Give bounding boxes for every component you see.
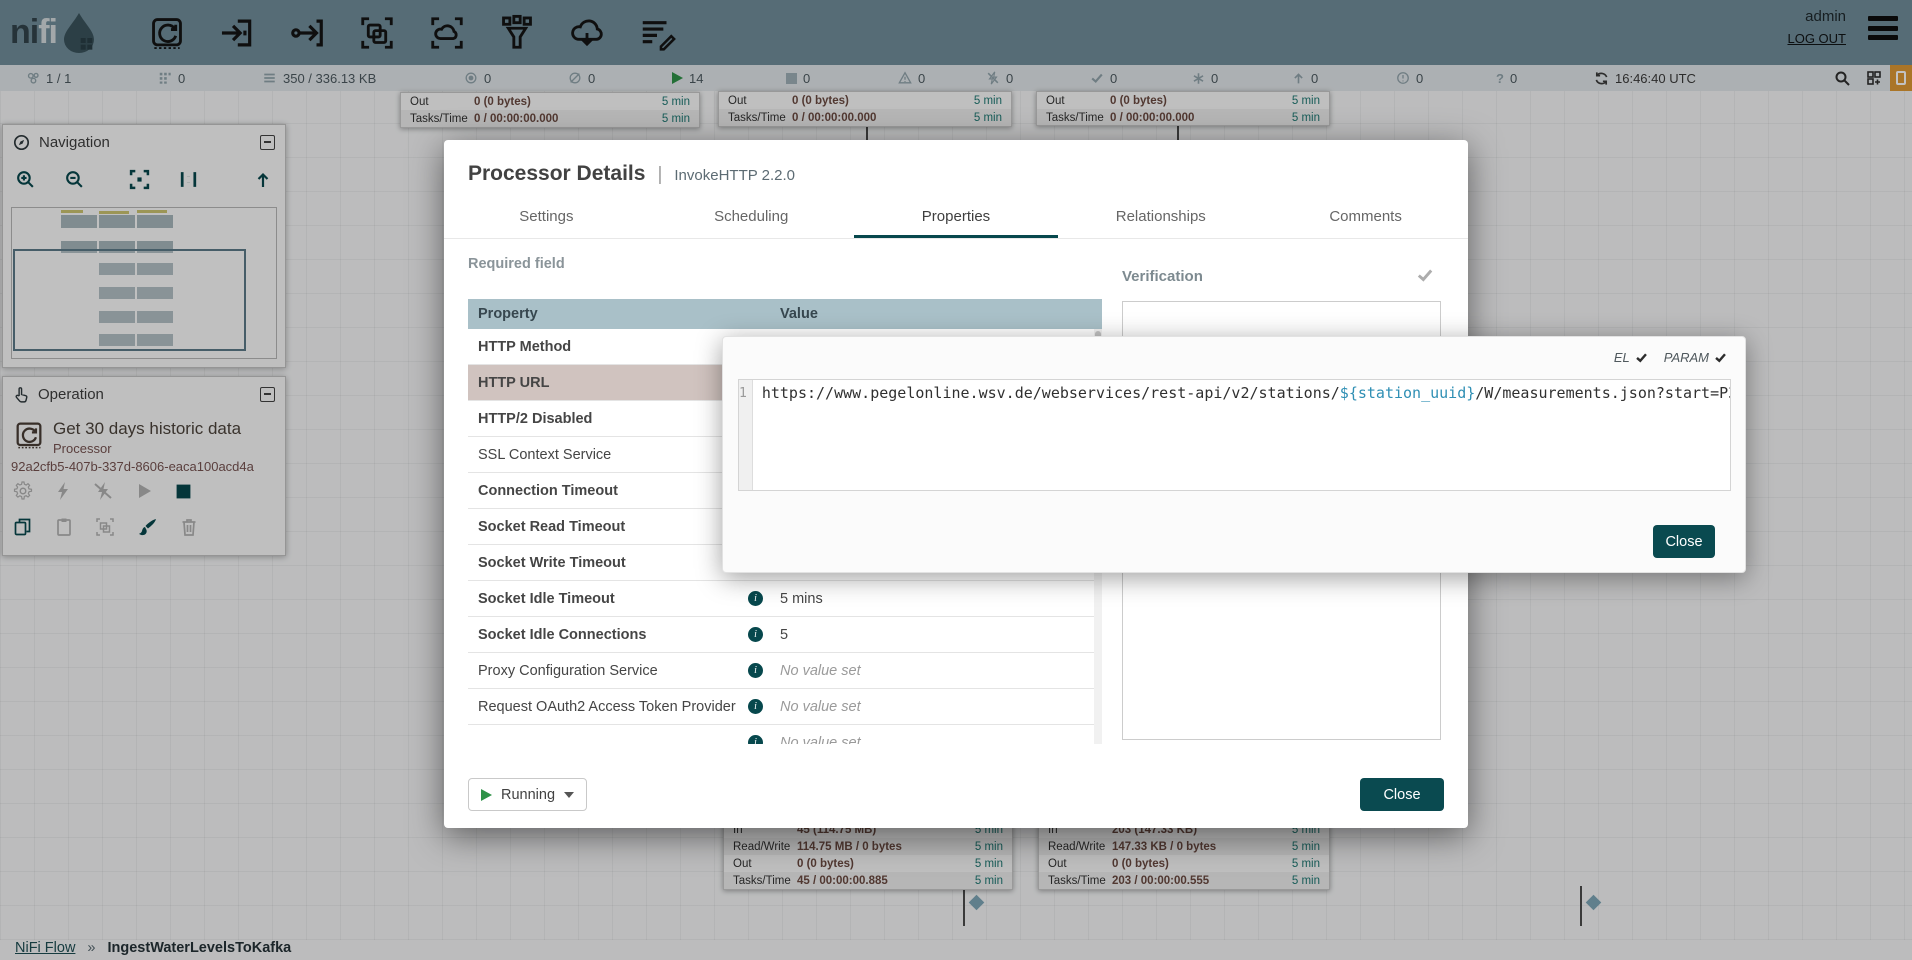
info-icon: i xyxy=(748,591,763,606)
property-name: Proxy Configuration Service xyxy=(478,663,658,679)
dialog-subtitle: InvokeHTTP 2.2.0 xyxy=(674,167,795,184)
editor-close-button[interactable]: Close xyxy=(1653,525,1715,558)
info-icon: i xyxy=(748,627,763,642)
table-header: Property Value xyxy=(468,299,1102,329)
param-supported-flag: PARAM xyxy=(1664,350,1727,365)
property-name: Socket Idle Timeout xyxy=(478,591,615,607)
property-value: 5 xyxy=(768,627,1102,643)
property-value: No value set xyxy=(768,663,1102,679)
info-icon: i xyxy=(748,735,763,744)
value-editor-popover: EL PARAM 1 https://www.pegelonline.wsv.d… xyxy=(722,336,1746,573)
line-number-gutter: 1 xyxy=(739,380,753,490)
table-row[interactable]: Proxy Configuration Service i No value set xyxy=(468,653,1102,689)
table-row[interactable]: i No value set xyxy=(468,725,1102,744)
column-header-value: Value xyxy=(768,306,1102,322)
tab-scheduling[interactable]: Scheduling xyxy=(649,198,854,238)
url-text: /W/measurements.json?start=P30D xyxy=(1475,384,1731,402)
property-name: HTTP URL xyxy=(478,375,549,391)
param-label: PARAM xyxy=(1664,350,1709,365)
property-name: Connection Timeout xyxy=(478,483,618,499)
title-separator: | xyxy=(657,164,662,186)
verification-check-icon[interactable] xyxy=(1416,266,1434,284)
el-supported-flag: EL xyxy=(1614,350,1648,365)
value-code-editor[interactable]: 1 https://www.pegelonline.wsv.de/webserv… xyxy=(738,379,1731,491)
info-icon: i xyxy=(748,699,763,714)
el-parameter-reference: ${station_uuid} xyxy=(1340,384,1475,402)
property-name: HTTP/2 Disabled xyxy=(478,411,592,427)
editor-flags: EL PARAM xyxy=(1614,350,1727,365)
dialog-title: Processor Details xyxy=(468,162,645,186)
url-text: https://www.pegelonline.wsv.de/webservic… xyxy=(762,384,1340,402)
tab-comments[interactable]: Comments xyxy=(1263,198,1468,238)
property-value: No value set xyxy=(768,735,1102,745)
info-icon: i xyxy=(748,663,763,678)
column-header-property: Property xyxy=(468,306,768,322)
required-field-label: Required field xyxy=(468,256,565,272)
table-row[interactable]: Socket Idle Timeout i 5 mins xyxy=(468,581,1102,617)
property-value: No value set xyxy=(768,699,1102,715)
tab-properties[interactable]: Properties xyxy=(854,198,1059,238)
check-icon xyxy=(1714,351,1727,364)
property-value: 5 mins xyxy=(768,591,1102,607)
dialog-tabs: Settings Scheduling Properties Relations… xyxy=(444,198,1468,239)
tab-settings[interactable]: Settings xyxy=(444,198,649,238)
el-label: EL xyxy=(1614,350,1630,365)
property-name: Socket Write Timeout xyxy=(478,555,626,571)
dialog-close-button[interactable]: Close xyxy=(1360,778,1444,811)
property-name: SSL Context Service xyxy=(478,447,611,463)
check-icon xyxy=(1635,351,1648,364)
property-name: HTTP Method xyxy=(478,339,571,355)
run-state-button[interactable]: Running xyxy=(468,778,587,811)
property-name: Socket Idle Connections xyxy=(478,627,646,643)
property-name: Request OAuth2 Access Token Provider xyxy=(478,699,736,715)
table-row[interactable]: Socket Idle Connections i5 xyxy=(468,617,1102,653)
verification-title: Verification xyxy=(1122,268,1203,285)
chevron-down-icon xyxy=(564,792,574,798)
running-play-icon xyxy=(481,789,492,801)
dialog-title-row: Processor Details | InvokeHTTP 2.2.0 xyxy=(468,162,795,186)
property-name: Socket Read Timeout xyxy=(478,519,625,535)
tab-relationships[interactable]: Relationships xyxy=(1058,198,1263,238)
run-state-label: Running xyxy=(501,787,555,803)
table-row[interactable]: Request OAuth2 Access Token Provider i No … xyxy=(468,689,1102,725)
value-code-line[interactable]: https://www.pegelonline.wsv.de/webservic… xyxy=(753,380,1731,490)
